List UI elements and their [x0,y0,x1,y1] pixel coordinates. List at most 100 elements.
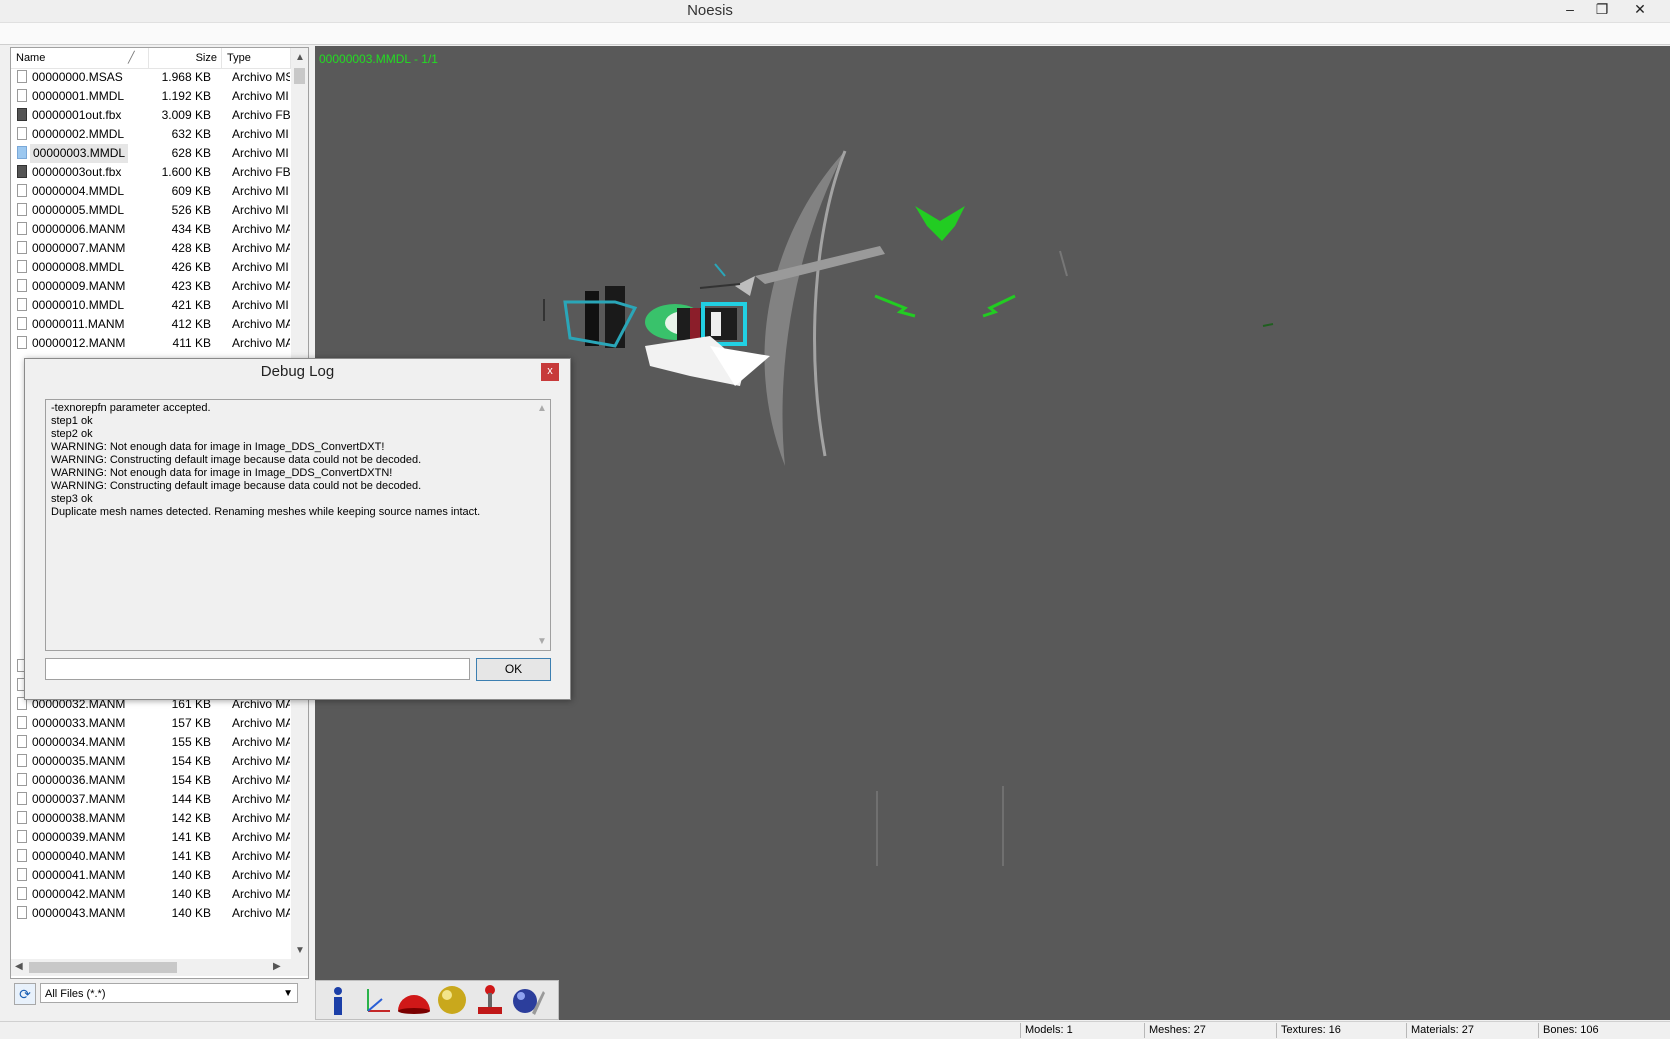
close-window-button[interactable]: ✕ [1625,0,1655,20]
file-size: 412 KB [171,317,211,331]
scroll-up-icon[interactable]: ▲ [295,52,305,63]
file-row[interactable]: 00000035.MANM 154 KB Archivo MA [11,752,291,771]
column-header-name[interactable]: Name ╱ [11,48,149,68]
file-size: 140 KB [171,887,211,901]
file-row[interactable]: 00000033.MANM 157 KB Archivo MA [11,714,291,733]
file-type: Archivo MA [232,317,290,331]
file-size: 157 KB [171,716,211,730]
file-row[interactable]: 00000007.MANM 428 KB Archivo MA [11,239,291,258]
ok-button[interactable]: OK [476,658,551,681]
horizontal-scroll-thumb[interactable] [29,962,177,973]
file-row[interactable]: 00000005.MMDL 526 KB Archivo MI [11,201,291,220]
fbx-file-icon [17,165,27,178]
file-row[interactable]: 00000040.MANM 141 KB Archivo MA [11,847,291,866]
file-size: 154 KB [171,773,211,787]
file-row[interactable]: 00000011.MANM 412 KB Archivo MA [11,315,291,334]
axes-icon[interactable] [358,983,394,1017]
file-row[interactable]: 00000042.MANM 140 KB Archivo MA [11,885,291,904]
title-bar: Noesis – ❐ ✕ [0,0,1670,23]
fbx-file-icon [17,108,27,121]
file-name: 00000009.MANM [32,279,126,293]
file-row[interactable]: 00000039.MANM 141 KB Archivo MA [11,828,291,847]
log-line: WARNING: Not enough data for image in Im… [51,441,385,453]
file-row[interactable]: 00000001.MMDL 1.192 KB Archivo MI [11,87,291,106]
red-dome-icon[interactable] [396,983,432,1017]
file-row[interactable]: 00000003.MMDL 628 KB Archivo MI [11,144,291,163]
file-size: 154 KB [171,754,211,768]
scroll-down-icon[interactable]: ▼ [537,636,547,647]
debug-log-textarea[interactable]: -texnorepfn parameter accepted. step1 ok s… [45,399,551,651]
file-name: 00000035.MANM [32,754,126,768]
refresh-icon[interactable]: ⟳ [14,983,36,1005]
column-header-size[interactable]: Size [149,48,222,68]
column-header-type[interactable]: Type [222,48,291,68]
scroll-left-icon[interactable]: ◀ [15,961,23,972]
globe-wrench-icon[interactable] [510,983,546,1017]
file-name: 00000007.MANM [32,241,126,255]
file-row[interactable]: 00000041.MANM 140 KB Archivo MA [11,866,291,885]
file-row[interactable]: 00000034.MANM 155 KB Archivo MA [11,733,291,752]
restore-button[interactable]: ❐ [1587,0,1617,20]
file-type: Archivo MA [232,792,290,806]
file-type: Archivo MA [232,773,290,787]
file-icon [17,279,27,292]
horizontal-scrollbar[interactable]: ◀ ▶ [11,959,308,976]
file-size: 140 KB [171,906,211,920]
file-row[interactable]: 00000003out.fbx 1.600 KB Archivo FB [11,163,291,182]
file-type: Archivo MA [232,336,290,350]
file-row[interactable]: 00000000.MSAS 1.968 KB Archivo MS [11,68,291,87]
file-name: 00000004.MMDL [32,184,125,198]
gold-sphere-icon[interactable] [434,983,470,1017]
scroll-up-icon[interactable]: ▲ [537,403,547,414]
file-name: 00000001out.fbx [32,108,122,122]
vertical-scroll-thumb[interactable] [294,68,305,84]
file-row[interactable]: 00000012.MANM 411 KB Archivo MA [11,334,291,353]
file-row[interactable]: 00000009.MANM 423 KB Archivo MA [11,277,291,296]
file-row[interactable]: 00000036.MANM 154 KB Archivo MA [11,771,291,790]
file-icon [17,146,27,159]
scroll-down-icon[interactable]: ▼ [295,945,305,956]
file-row[interactable]: 00000002.MMDL 632 KB Archivo MI [11,125,291,144]
dialog-close-button[interactable]: x [541,363,559,381]
column-name-label: Name [16,52,46,64]
file-row[interactable]: 00000001out.fbx 3.009 KB Archivo FB [11,106,291,125]
file-row[interactable]: 00000008.MMDL 426 KB Archivo MI [11,258,291,277]
log-scrollbar[interactable]: ▲ ▼ [534,400,550,650]
file-size: 426 KB [171,260,211,274]
file-type: Archivo MA [232,830,290,844]
file-row[interactable]: 00000004.MMDL 609 KB Archivo MI [11,182,291,201]
file-name: 00000011.MANM [32,317,125,331]
joystick-icon[interactable] [472,983,508,1017]
file-type-filter-select[interactable]: All Files (*.*) ▼ [40,983,298,1003]
file-row[interactable]: 00000006.MANM 434 KB Archivo MA [11,220,291,239]
file-size: 423 KB [171,279,211,293]
scroll-right-icon[interactable]: ▶ [273,961,281,972]
status-models: Models: 1 [1020,1023,1144,1038]
sort-indicator-icon: ╱ [128,52,135,64]
info-icon[interactable] [320,983,356,1017]
file-type: Archivo MI [232,146,289,160]
file-row[interactable]: 00000038.MANM 142 KB Archivo MA [11,809,291,828]
file-row[interactable]: 00000043.MANM 140 KB Archivo MA [11,904,291,923]
window-title: Noesis [687,2,733,19]
file-row[interactable]: 00000037.MANM 144 KB Archivo MA [11,790,291,809]
file-type: Archivo MI [232,298,289,312]
minimize-button[interactable]: – [1555,0,1585,20]
file-name: 00000038.MANM [32,811,126,825]
file-size: 632 KB [171,127,211,141]
file-size: 140 KB [171,868,211,882]
file-size: 1.192 KB [161,89,211,103]
file-row[interactable]: 00000010.MMDL 421 KB Archivo MI [11,296,291,315]
file-icon [17,754,27,767]
file-size: 411 KB [172,336,211,350]
file-icon [17,811,27,824]
file-type: Archivo MA [232,716,290,730]
file-type: Archivo FB [232,165,290,179]
file-size: 428 KB [171,241,211,255]
log-line: WARNING: Constructing default image beca… [51,480,422,492]
status-materials: Materials: 27 [1406,1023,1538,1038]
debug-log-dialog: Debug Log x -texnorepfn parameter accept… [24,358,571,700]
file-name: 00000005.MMDL [32,203,125,217]
file-name: 00000037.MANM [32,792,126,806]
command-input[interactable] [45,658,470,680]
